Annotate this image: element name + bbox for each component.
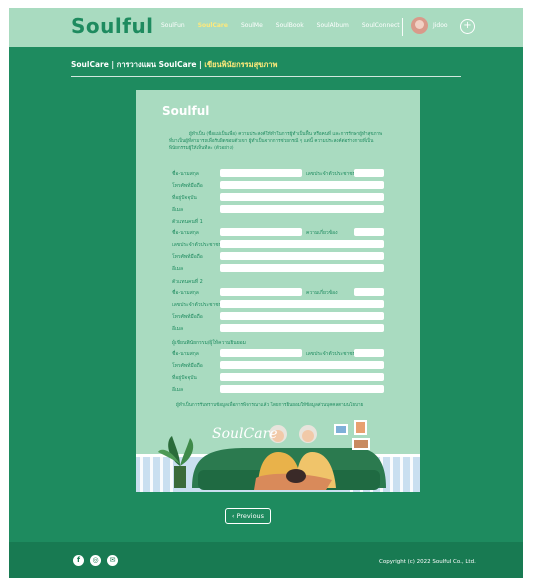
writer-address-label: ที่อยู่ปัจจุบัน	[172, 375, 197, 381]
intro-text: ผู้ทำเป็น (ชื่อแม่เป็นเพื่อ) ความประสงค์…	[169, 132, 383, 151]
nav-soulfun[interactable]: SoulFun	[161, 22, 185, 29]
phone-input[interactable]	[220, 181, 384, 189]
writer-id-label: เลขประจำตัวประชาชน	[306, 351, 357, 357]
writer-phone-input[interactable]	[220, 361, 384, 369]
instagram-icon[interactable]: ◎	[90, 555, 101, 566]
nav-soulconnect[interactable]: SoulConnect	[362, 22, 400, 29]
breadcrumb: SoulCare | การวางแผน SoulCare | เขียนพิน…	[71, 59, 277, 71]
nav-soulalbum[interactable]: SoulAlbum	[317, 22, 349, 29]
top-header: Soulful SoulFun SoulCare SoulMe SoulBook…	[9, 8, 523, 47]
writer-name-label: ชื่อ-นามสกุล	[172, 351, 199, 357]
writer-id-input[interactable]	[354, 349, 384, 357]
proxy1-email-label: อีเมล	[172, 266, 184, 272]
writer-title: ผู้เขียนพินัยกรรม/ผู้ให้ความยินยอม	[172, 340, 246, 346]
address-input[interactable]	[220, 193, 384, 201]
soulcare-illustration: SoulCare	[136, 420, 420, 492]
nav-soulme[interactable]: SoulMe	[241, 22, 263, 29]
breadcrumb-path[interactable]: SoulCare | การวางแผน SoulCare |	[71, 60, 204, 69]
proxy2-id-input[interactable]	[220, 300, 384, 308]
card-logo: Soulful	[162, 104, 210, 118]
proxy1-phone-input[interactable]	[220, 252, 384, 260]
page-frame: Soulful SoulFun SoulCare SoulMe SoulBook…	[9, 8, 523, 578]
writer-address-input[interactable]	[220, 373, 384, 381]
illustration-text: SoulCare	[212, 426, 278, 442]
breadcrumb-divider	[71, 76, 461, 77]
nav-divider	[402, 18, 403, 36]
plus-icon: +	[463, 20, 472, 31]
id-input[interactable]	[354, 169, 384, 177]
facebook-icon[interactable]: f	[73, 555, 84, 566]
address-label: ที่อยู่ปัจจุบัน	[172, 195, 197, 201]
proxy2-relation-label: ความเกี่ยวข้อง	[306, 290, 338, 296]
consent-note: ผู้ทำเป็นการรับทราบข้อมูลเพื่อการพิจารณา…	[176, 403, 364, 408]
proxy2-phone-input[interactable]	[220, 312, 384, 320]
email-input[interactable]	[220, 205, 384, 213]
proxy1-relation-input[interactable]	[354, 228, 384, 236]
writer-email-label: อีเมล	[172, 387, 184, 393]
user-avatar[interactable]	[411, 17, 428, 34]
writer-phone-label: โทรศัพท์มือถือ	[172, 363, 203, 369]
line-icon[interactable]: ✉	[107, 555, 118, 566]
proxy1-name-label: ชื่อ-นามสกุล	[172, 230, 199, 236]
writer-name-input[interactable]	[220, 349, 302, 357]
copyright: Copyright (c) 2022 Soulful Co., Ltd.	[379, 559, 476, 565]
proxy1-name-input[interactable]	[220, 228, 302, 236]
name-label: ชื่อ-นามสกุล	[172, 171, 199, 177]
breadcrumb-current: เขียนพินัยกรรมสุขภาพ	[204, 60, 278, 69]
proxy2-title: ตัวแทนคนที่ 2	[172, 279, 203, 285]
will-form-card: Soulful ผู้ทำเป็น (ชื่อแม่เป็นเพื่อ) ควา…	[136, 90, 420, 492]
nav-soulcare[interactable]: SoulCare	[198, 22, 228, 29]
proxy1-id-input[interactable]	[220, 240, 384, 248]
writer-email-input[interactable]	[220, 385, 384, 393]
username[interactable]: Jidoo	[433, 22, 448, 29]
footer: f ◎ ✉ Copyright (c) 2022 Soulful Co., Lt…	[9, 542, 523, 578]
proxy2-email-input[interactable]	[220, 324, 384, 332]
proxy2-name-label: ชื่อ-นามสกุล	[172, 290, 199, 296]
name-input[interactable]	[220, 169, 302, 177]
proxy1-title: ตัวแทนคนที่ 1	[172, 219, 203, 225]
proxy1-email-input[interactable]	[220, 264, 384, 272]
proxy2-email-label: อีเมล	[172, 326, 184, 332]
phone-label: โทรศัพท์มือถือ	[172, 183, 203, 189]
nav-soulbook[interactable]: SoulBook	[276, 22, 304, 29]
proxy1-id-label: เลขประจำตัวประชาชน	[172, 242, 223, 248]
main-nav: SoulFun SoulCare SoulMe SoulBook SoulAlb…	[161, 22, 413, 29]
previous-button[interactable]: ‹ Previous	[225, 508, 271, 524]
proxy2-name-input[interactable]	[220, 288, 302, 296]
email-label: อีเมล	[172, 207, 184, 213]
proxy1-phone-label: โทรศัพท์มือถือ	[172, 254, 203, 260]
id-label: เลขประจำตัวประชาชน	[306, 171, 357, 177]
proxy2-phone-label: โทรศัพท์มือถือ	[172, 314, 203, 320]
add-button[interactable]: +	[460, 19, 475, 34]
soulful-logo[interactable]: Soulful	[71, 14, 154, 38]
proxy2-relation-input[interactable]	[354, 288, 384, 296]
proxy2-id-label: เลขประจำตัวประชาชน	[172, 302, 223, 308]
proxy1-relation-label: ความเกี่ยวข้อง	[306, 230, 338, 236]
